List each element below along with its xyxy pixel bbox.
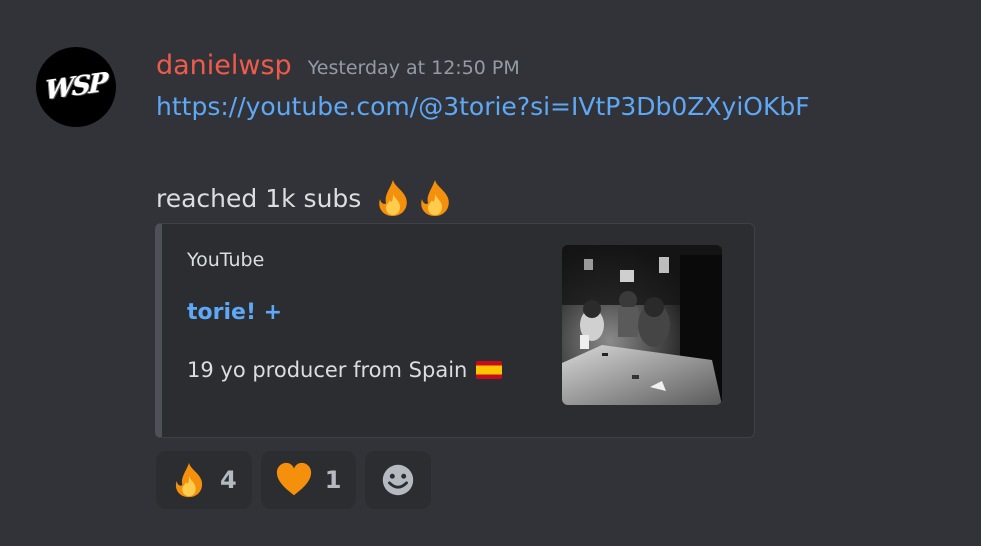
fire-icon bbox=[421, 180, 450, 216]
add-reaction-icon bbox=[383, 464, 414, 496]
reaction-count: 1 bbox=[324, 466, 342, 494]
thumbnail-photo bbox=[562, 245, 722, 405]
reactions-bar: 4 1 bbox=[156, 451, 440, 509]
username[interactable]: danielwsp bbox=[156, 50, 292, 81]
embed-description: 19 yo producer from Spain bbox=[187, 358, 468, 382]
avatar-logo-text: WSP bbox=[45, 67, 107, 107]
orange-heart-icon bbox=[276, 462, 311, 496]
fire-icon bbox=[175, 462, 203, 498]
message-text-line: reached 1k subs bbox=[156, 178, 455, 218]
add-reaction-button[interactable] bbox=[365, 451, 432, 509]
link-embed: YouTube torie! + 19 yo producer from Spa… bbox=[155, 223, 755, 438]
reaction-orange-heart[interactable]: 1 bbox=[260, 451, 357, 509]
message-timestamp[interactable]: Yesterday at 12:50 PM bbox=[308, 57, 520, 79]
embed-thumbnail[interactable] bbox=[562, 245, 722, 405]
spain-flag-icon bbox=[476, 361, 503, 379]
embed-provider[interactable]: YouTube bbox=[187, 249, 264, 271]
message-text: reached 1k subs bbox=[156, 183, 362, 213]
reaction-count: 4 bbox=[220, 466, 237, 494]
message-header: danielwsp Yesterday at 12:50 PM bbox=[156, 50, 520, 86]
chat-message: WSP danielwsp Yesterday at 12:50 PM http… bbox=[0, 0, 981, 546]
fire-icon bbox=[379, 180, 408, 216]
embed-title[interactable]: torie! + bbox=[187, 300, 282, 325]
user-avatar[interactable]: WSP bbox=[36, 47, 116, 127]
embed-description-line: 19 yo producer from Spain bbox=[187, 358, 503, 382]
youtube-link[interactable]: https://youtube.com/@3torie?si=IVtP3Db0Z… bbox=[156, 92, 810, 121]
reaction-fire[interactable]: 4 bbox=[156, 451, 252, 509]
